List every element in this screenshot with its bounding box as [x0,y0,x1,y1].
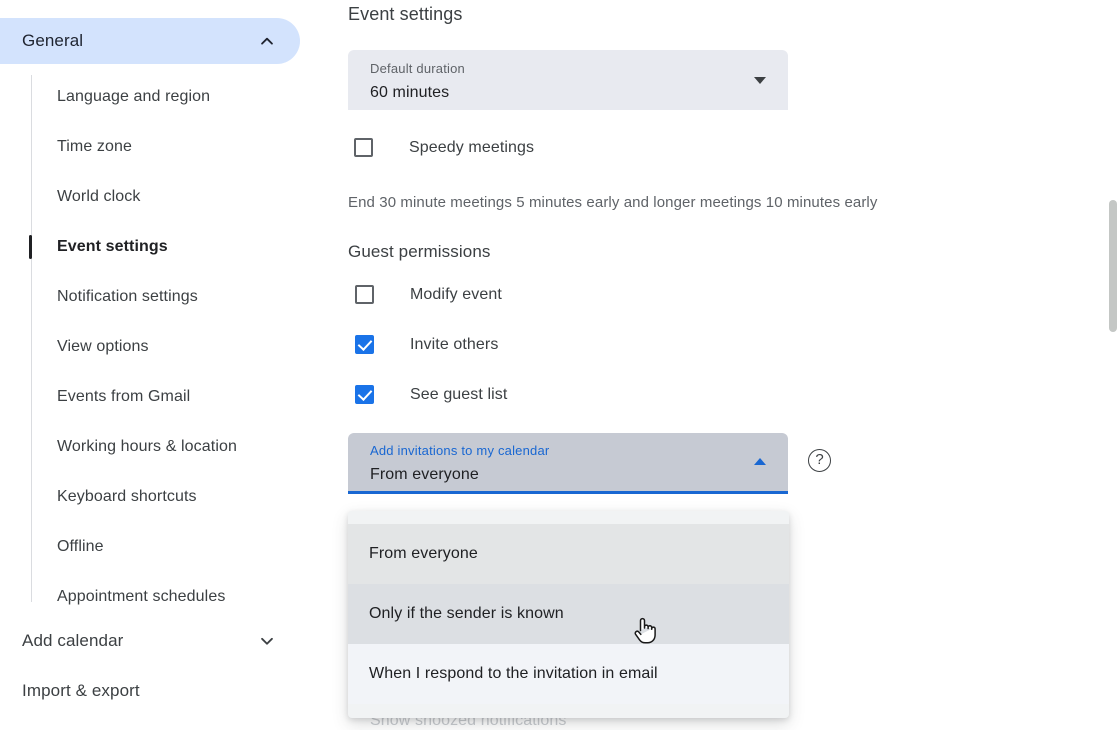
speedy-meetings-helper-text: End 30 minute meetings 5 minutes early a… [348,194,877,211]
sidebar-item-label: Time zone [57,138,132,156]
sidebar-item-label: Language and region [57,88,210,106]
help-circle-icon[interactable]: ? [808,449,831,472]
default-duration-label: Default duration [370,60,772,78]
sidebar-section-general[interactable]: General [0,18,300,64]
sidebar-item-label: Appointment schedules [57,588,225,606]
add-invitations-label: Add invitations to my calendar [370,442,772,460]
checkbox-checked-icon[interactable] [355,385,374,404]
sidebar-item-language-and-region[interactable]: Language and region [0,72,330,122]
default-duration-value: 60 minutes [370,81,772,105]
dropdown-option-label: Only if the sender is known [369,605,564,623]
see-guest-list-checkbox-row[interactable]: See guest list [355,385,507,404]
sidebar-item-label: Events from Gmail [57,388,190,406]
sidebar-item-label: World clock [57,188,141,206]
sidebar-item-label: Notification settings [57,288,198,306]
speedy-meetings-label: Speedy meetings [409,139,534,157]
default-duration-select[interactable]: Default duration 60 minutes [348,50,788,110]
triangle-up-icon[interactable] [754,458,766,465]
settings-sidebar: General Language and region Time zone Wo… [0,0,330,730]
sidebar-sub-list: Language and region Time zone World cloc… [0,72,330,622]
sidebar-item-working-hours-location[interactable]: Working hours & location [0,422,330,472]
sidebar-section-add-calendar[interactable]: Add calendar [0,619,300,663]
sidebar-item-events-from-gmail[interactable]: Events from Gmail [0,372,330,422]
speedy-meetings-checkbox-row[interactable]: Speedy meetings [354,138,534,157]
modify-event-checkbox-row[interactable]: Modify event [355,285,502,304]
sidebar-item-label: Offline [57,538,104,556]
add-invitations-value: From everyone [370,463,772,487]
dropdown-top-padding [348,511,789,524]
select-focus-underline [348,491,788,494]
sidebar-section-label: General [22,31,256,51]
add-invitations-dropdown-menu: From everyone Only if the sender is know… [348,511,789,718]
dropdown-option-label: When I respond to the invitation in emai… [369,665,658,683]
sidebar-item-offline[interactable]: Offline [0,522,330,572]
sidebar-item-appointment-schedules[interactable]: Appointment schedules [0,572,330,622]
sidebar-item-world-clock[interactable]: World clock [0,172,330,222]
sidebar-item-label: View options [57,338,149,356]
sidebar-item-time-zone[interactable]: Time zone [0,122,330,172]
sidebar-section-import-export[interactable]: Import & export [0,669,300,713]
add-invitations-select[interactable]: Add invitations to my calendar From ever… [348,433,788,491]
sidebar-item-label: Event settings [57,238,168,256]
sidebar-item-keyboard-shortcuts[interactable]: Keyboard shortcuts [0,472,330,522]
checkbox-checked-icon[interactable] [355,335,374,354]
settings-page: General Language and region Time zone Wo… [0,0,1120,730]
sidebar-section-label: Import & export [22,681,278,701]
page-title: Event settings [348,4,462,25]
vertical-scrollbar-track[interactable] [1106,0,1120,730]
invite-others-checkbox-row[interactable]: Invite others [355,335,498,354]
sidebar-section-label: Add calendar [22,631,256,651]
invite-others-label: Invite others [410,336,498,354]
dropdown-option-label: From everyone [369,545,478,563]
see-guest-list-label: See guest list [410,386,507,404]
modify-event-label: Modify event [410,286,502,304]
chevron-down-icon[interactable] [256,630,278,652]
checkbox-unchecked-icon[interactable] [355,285,374,304]
dropdown-option-when-i-respond[interactable]: When I respond to the invitation in emai… [348,644,789,704]
checkbox-unchecked-icon[interactable] [354,138,373,157]
sidebar-item-label: Working hours & location [57,438,237,456]
triangle-down-icon[interactable] [754,77,766,84]
chevron-up-icon[interactable] [256,30,278,52]
vertical-scrollbar-thumb[interactable] [1109,200,1117,332]
sidebar-item-view-options[interactable]: View options [0,322,330,372]
sidebar-item-notification-settings[interactable]: Notification settings [0,272,330,322]
sidebar-item-event-settings[interactable]: Event settings [0,222,330,272]
dropdown-option-from-everyone[interactable]: From everyone [348,524,789,584]
sidebar-item-label: Keyboard shortcuts [57,488,197,506]
guest-permissions-title: Guest permissions [348,242,490,262]
settings-main-panel: Event settings Default duration 60 minut… [348,0,1108,730]
dropdown-option-only-if-sender-known[interactable]: Only if the sender is known [348,584,789,644]
